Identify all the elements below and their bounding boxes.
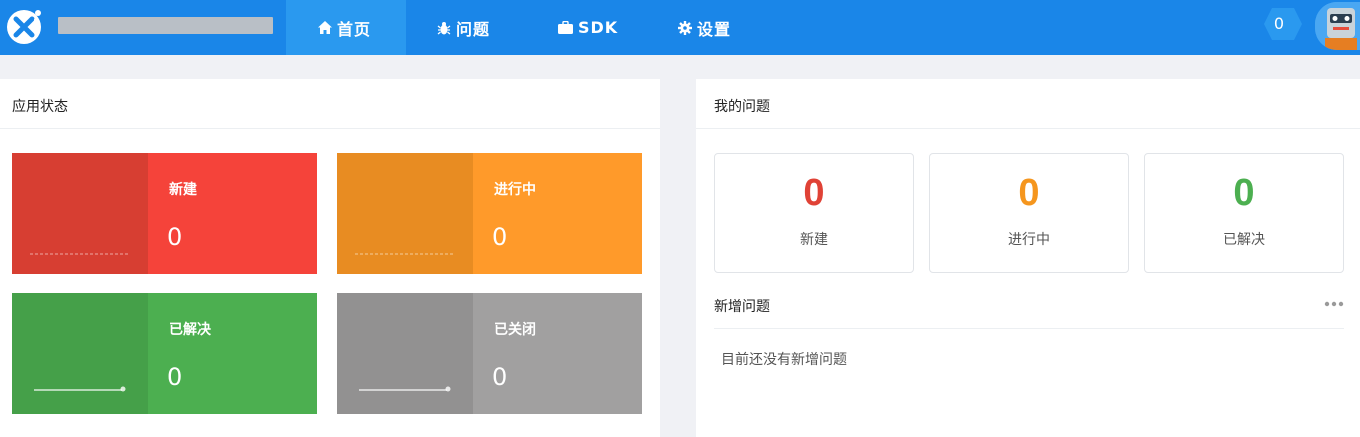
app-name-redacted	[58, 17, 273, 34]
sparkline-new	[12, 153, 148, 274]
nav-sdk-label: SDK	[578, 18, 619, 37]
new-issues-title: 新增问题	[714, 299, 770, 315]
notification-count[interactable]: 0	[1264, 8, 1294, 40]
briefcase-icon	[558, 21, 573, 34]
status-value-new: 0	[167, 223, 183, 251]
my-issues-new-box[interactable]: 0 新建	[714, 153, 914, 273]
my-issues-in-progress-count: 0	[1018, 172, 1040, 214]
gear-icon	[678, 20, 692, 35]
sparkline-resolved	[12, 293, 148, 414]
status-value-in-progress: 0	[492, 223, 508, 251]
nav-sdk[interactable]: SDK	[527, 0, 647, 55]
status-label-in-progress: 进行中	[494, 182, 536, 198]
my-issues-in-progress-label: 进行中	[1008, 232, 1050, 248]
my-issues-new-label: 新建	[800, 232, 828, 248]
new-issues-empty-text: 目前还没有新增问题	[721, 352, 847, 368]
main-nav: 首页 问题 SDK 设置	[286, 0, 767, 55]
status-label-new: 新建	[169, 182, 197, 198]
home-icon	[318, 21, 332, 34]
nav-settings[interactable]: 设置	[647, 0, 767, 55]
my-issues-resolved-count: 0	[1233, 172, 1255, 214]
status-value-resolved: 0	[167, 363, 183, 391]
nav-home-label: 首页	[337, 19, 372, 39]
my-issues-title: 我的问题	[714, 99, 770, 115]
top-navigation-bar: 首页 问题 SDK 设置 0	[0, 0, 1360, 55]
status-label-resolved: 已解决	[169, 322, 211, 338]
app-status-title: 应用状态	[12, 99, 68, 115]
robot-avatar-icon	[1315, 2, 1360, 50]
my-issues-in-progress-box[interactable]: 0 进行中	[929, 153, 1129, 273]
status-tile-closed[interactable]: 已关闭 0	[337, 293, 642, 414]
bug-icon	[437, 21, 451, 35]
nav-issues-label: 问题	[456, 19, 491, 39]
nav-home[interactable]: 首页	[286, 0, 406, 55]
status-tile-in-progress[interactable]: 进行中 0	[337, 153, 642, 274]
my-issues-resolved-label: 已解决	[1223, 232, 1265, 248]
status-tile-new[interactable]: 新建 0	[12, 153, 317, 274]
section-divider	[714, 328, 1344, 329]
my-issues-new-count: 0	[803, 172, 825, 214]
nav-settings-label: 设置	[697, 19, 732, 39]
app-status-panel: 应用状态 新建 0 进行中 0 已解决 0 已关闭 0	[0, 79, 660, 437]
panel-divider	[0, 128, 660, 129]
user-avatar[interactable]	[1315, 2, 1360, 50]
nav-issues[interactable]: 问题	[406, 0, 527, 55]
my-issues-panel: 我的问题 0 新建 0 进行中 0 已解决 新增问题 目前还没有新增问题	[696, 79, 1360, 437]
app-logo[interactable]	[5, 6, 45, 46]
sparkline-in-progress	[337, 153, 473, 274]
status-tile-resolved[interactable]: 已解决 0	[12, 293, 317, 414]
sparkline-closed	[337, 293, 473, 414]
panel-divider	[696, 128, 1360, 129]
more-icon[interactable]	[1324, 301, 1344, 307]
status-value-closed: 0	[492, 363, 508, 391]
my-issues-resolved-box[interactable]: 0 已解决	[1144, 153, 1344, 273]
status-label-closed: 已关闭	[494, 322, 536, 338]
